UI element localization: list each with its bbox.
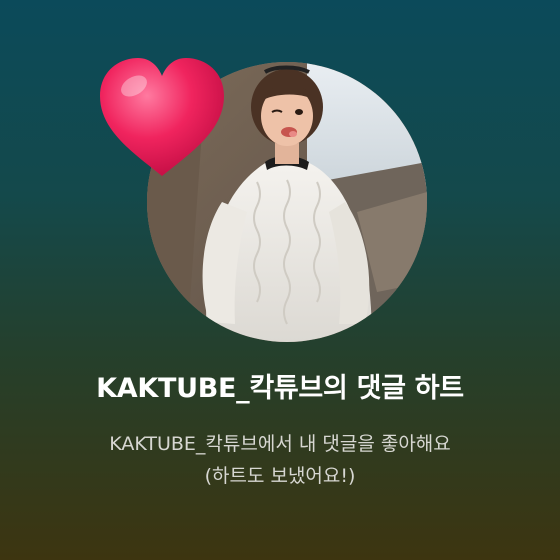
notification-message-line-1: KAKTUBE_칵튜브에서 내 댓글을 좋아해요: [109, 433, 451, 455]
heart-icon-graphic: [100, 58, 224, 176]
notification-title: KAKTUBE_칵튜브의 댓글 하트: [96, 373, 464, 404]
notification-message: KAKTUBE_칵튜브에서 내 댓글을 좋아해요 (하트도 보냈어요!): [0, 428, 560, 492]
heart-icon: [92, 52, 232, 184]
notification-message-line-2: (하트도 보냈어요!): [204, 465, 356, 487]
heart-notification-card: KAKTUBE_칵튜브의 댓글 하트 KAKTUBE_칵튜브에서 내 댓글을 좋…: [0, 0, 560, 560]
